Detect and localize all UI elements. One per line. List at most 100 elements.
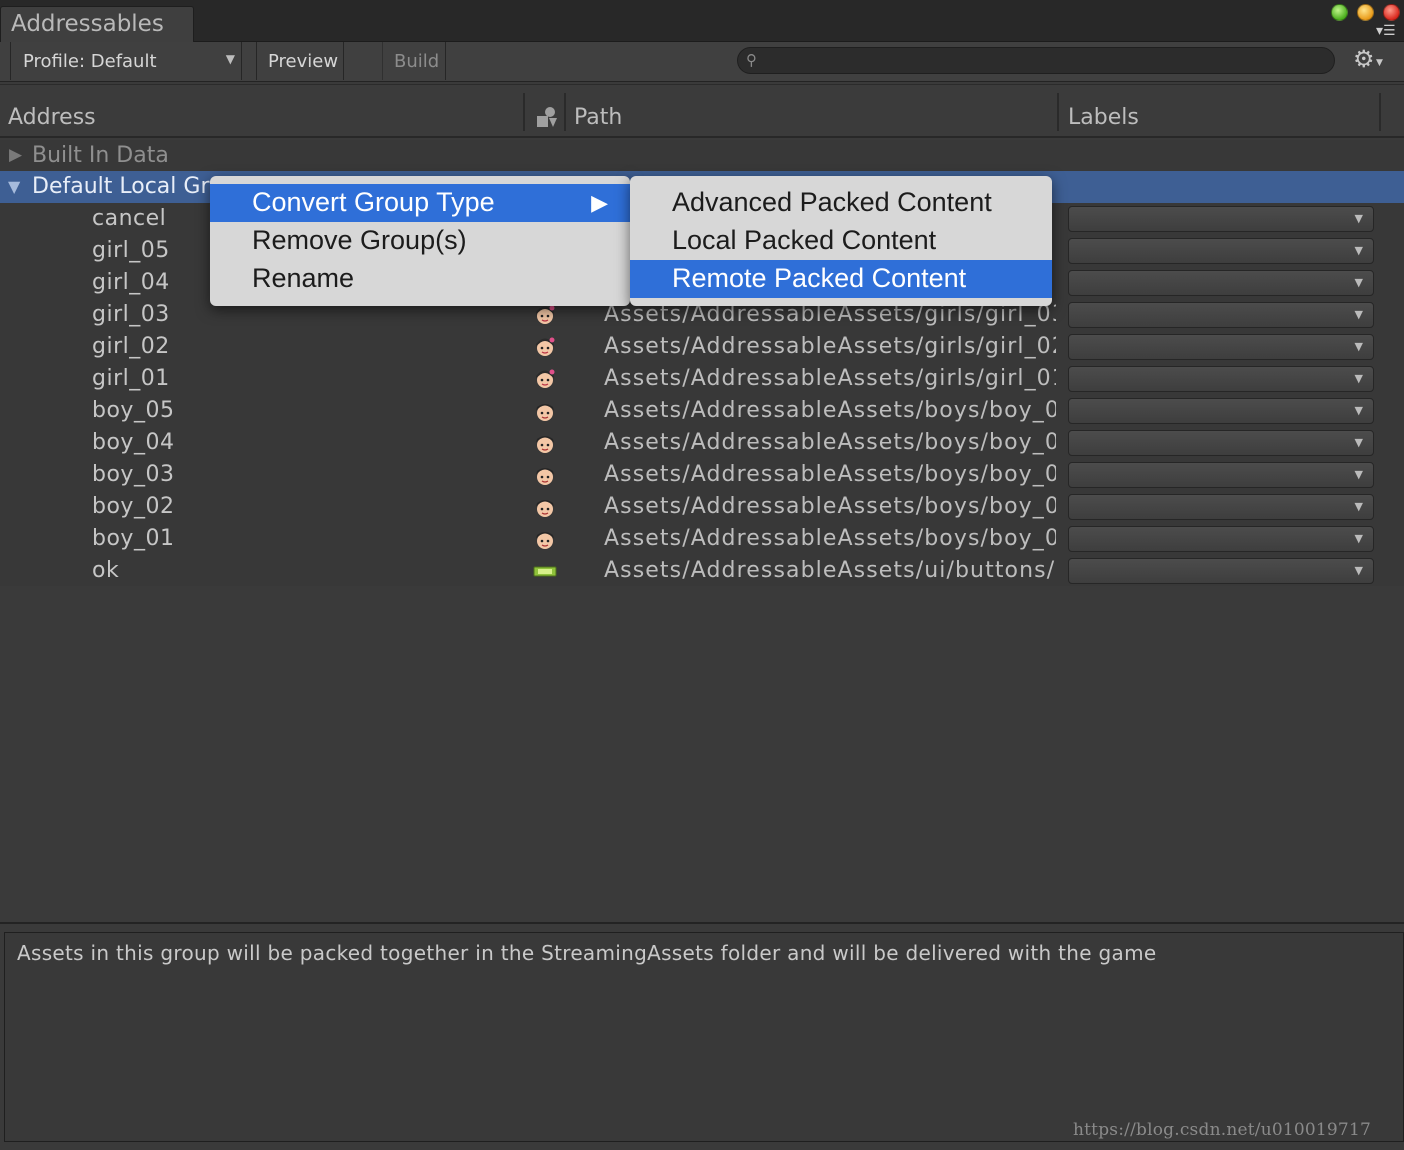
boy-avatar-icon	[536, 436, 554, 453]
group-description-panel: Assets in this group will be packed toge…	[4, 932, 1404, 1142]
entry-address: girl_02	[92, 334, 170, 359]
labels-dropdown[interactable]: ▼	[1068, 238, 1374, 264]
entry-address: boy_01	[92, 526, 175, 551]
button-sprite-icon	[533, 566, 557, 577]
tree-row[interactable]: boy_01 Assets/AddressableAssets/boys/boy_…	[0, 523, 1404, 555]
search-icon: ⚲	[746, 51, 757, 69]
group-name: Built In Data	[32, 143, 169, 168]
tree-row[interactable]: boy_04 Assets/AddressableAssets/boys/boy_…	[0, 427, 1404, 459]
group-description: Assets in this group will be packed toge…	[17, 941, 1157, 965]
column-header: Address Path Labels	[0, 84, 1404, 138]
column-divider[interactable]	[523, 93, 525, 131]
labels-dropdown[interactable]: ▼	[1068, 206, 1374, 232]
column-divider[interactable]	[1379, 93, 1381, 131]
entry-address: girl_04	[92, 270, 170, 295]
girl-avatar-icon	[536, 305, 555, 324]
preview-button[interactable]: Preview	[256, 42, 344, 80]
tree-empty-area[interactable]	[0, 586, 1404, 924]
entry-path: Assets/AddressableAssets/boys/boy_02.p	[604, 494, 1056, 519]
chevron-down-icon: ▼	[1354, 308, 1363, 321]
menu-item-advanced-packed-content[interactable]: Advanced Packed Content	[630, 184, 1052, 222]
chevron-down-icon: ▼	[1354, 276, 1363, 289]
list-menu-icon[interactable]: ▾☰	[1376, 24, 1402, 40]
convert-group-type-submenu: Advanced Packed Content Local Packed Con…	[630, 176, 1052, 306]
tree-row-built-in-data[interactable]: ▶ Built In Data	[0, 140, 1404, 172]
menu-item-label: Remove Group(s)	[252, 225, 467, 255]
chevron-down-icon: ▼	[1354, 532, 1363, 545]
build-button[interactable]: Build	[382, 42, 446, 80]
search-input[interactable]	[768, 51, 1318, 71]
window-tab-bar: Addressables ▾☰	[0, 0, 1404, 42]
menu-item-label: Rename	[252, 263, 355, 293]
context-menu: Convert Group Type ▶ Remove Group(s) Ren…	[210, 176, 630, 306]
column-divider[interactable]	[564, 93, 566, 131]
entry-address: girl_05	[92, 238, 170, 263]
entry-address: ok	[92, 558, 120, 583]
menu-item-remote-packed-content[interactable]: Remote Packed Content	[630, 260, 1052, 298]
chevron-down-icon: ▼	[1354, 244, 1363, 257]
entry-address: boy_02	[92, 494, 175, 519]
entry-path: Assets/AddressableAssets/ui/buttons/ok.	[604, 558, 1056, 583]
minimize-button[interactable]	[1357, 4, 1374, 21]
girl-avatar-icon	[536, 337, 555, 356]
tab-title: Addressables	[11, 11, 164, 37]
boy-avatar-icon	[536, 532, 554, 549]
chevron-down-icon: ▼	[1354, 372, 1363, 385]
entry-address: boy_03	[92, 462, 175, 487]
path-column-header[interactable]: Path	[574, 105, 622, 130]
labels-dropdown[interactable]: ▼	[1068, 558, 1374, 584]
chevron-down-icon: ▼	[1354, 564, 1363, 577]
chevron-down-icon: ▼	[1354, 404, 1363, 417]
chevron-down-icon: ▼	[1354, 212, 1363, 225]
entry-path: Assets/AddressableAssets/boys/boy_03.p	[604, 462, 1056, 487]
expand-arrow-icon[interactable]: ▶	[9, 145, 22, 165]
tree-row[interactable]: girl_01 Assets/AddressableAssets/girls/gi…	[0, 363, 1404, 395]
entry-path: Assets/AddressableAssets/boys/boy_05.p	[604, 398, 1056, 423]
labels-dropdown[interactable]: ▼	[1068, 462, 1374, 488]
menu-item-label: Advanced Packed Content	[672, 187, 992, 217]
chevron-down-icon: ▼	[1376, 58, 1383, 68]
menu-item-rename[interactable]: Rename	[210, 260, 630, 298]
tree-row[interactable]: ok Assets/AddressableAssets/ui/buttons/ok…	[0, 555, 1404, 587]
toolbar: Profile: Default ▼ Preview Build ⚲ ⚙ ▼	[0, 42, 1404, 82]
tree-row[interactable]: boy_03 Assets/AddressableAssets/boys/boy_…	[0, 459, 1404, 491]
labels-dropdown[interactable]: ▼	[1068, 334, 1374, 360]
labels-dropdown[interactable]: ▼	[1068, 270, 1374, 296]
entry-path: Assets/AddressableAssets/boys/boy_01.p	[604, 526, 1056, 551]
boy-avatar-icon	[536, 500, 554, 517]
menu-item-local-packed-content[interactable]: Local Packed Content	[630, 222, 1052, 260]
gear-icon[interactable]: ⚙	[1353, 45, 1375, 73]
labels-dropdown[interactable]: ▼	[1068, 430, 1374, 456]
search-field[interactable]: ⚲	[737, 47, 1335, 74]
labels-dropdown[interactable]: ▼	[1068, 494, 1374, 520]
menu-item-convert-group-type[interactable]: Convert Group Type ▶	[210, 184, 630, 222]
entry-path: Assets/AddressableAssets/boys/boy_04.p	[604, 430, 1056, 455]
close-button[interactable]	[1383, 4, 1400, 21]
labels-dropdown[interactable]: ▼	[1068, 398, 1374, 424]
profile-dropdown[interactable]: Profile: Default ▼	[10, 42, 242, 80]
tree-row[interactable]: girl_02 Assets/AddressableAssets/girls/gi…	[0, 331, 1404, 363]
entry-address: girl_01	[92, 366, 170, 391]
labels-dropdown[interactable]: ▼	[1068, 366, 1374, 392]
girl-avatar-icon	[536, 369, 555, 388]
tree-row[interactable]: boy_02 Assets/AddressableAssets/boys/boy_…	[0, 491, 1404, 523]
tree-row[interactable]: boy_05 Assets/AddressableAssets/boys/boy_…	[0, 395, 1404, 427]
addressables-tab[interactable]: Addressables	[0, 6, 194, 42]
labels-dropdown[interactable]: ▼	[1068, 302, 1374, 328]
entry-address: boy_05	[92, 398, 175, 423]
watermark-text: https://blog.csdn.net/u010019717	[1073, 1120, 1371, 1140]
asset-type-icon[interactable]	[536, 106, 558, 128]
entry-address: cancel	[92, 206, 167, 231]
labels-dropdown[interactable]: ▼	[1068, 526, 1374, 552]
zoom-button[interactable]	[1331, 4, 1348, 21]
submenu-arrow-icon: ▶	[591, 190, 608, 215]
labels-column-header[interactable]: Labels	[1068, 105, 1139, 130]
menu-item-remove-groups[interactable]: Remove Group(s)	[210, 222, 630, 260]
boy-avatar-icon	[536, 404, 554, 421]
column-divider[interactable]	[1057, 93, 1059, 131]
collapse-arrow-icon[interactable]: ▼	[8, 177, 20, 196]
menu-item-label: Remote Packed Content	[672, 263, 967, 293]
entry-address: boy_04	[92, 430, 175, 455]
menu-item-label: Local Packed Content	[672, 225, 937, 255]
address-column-header[interactable]: Address	[8, 105, 96, 130]
